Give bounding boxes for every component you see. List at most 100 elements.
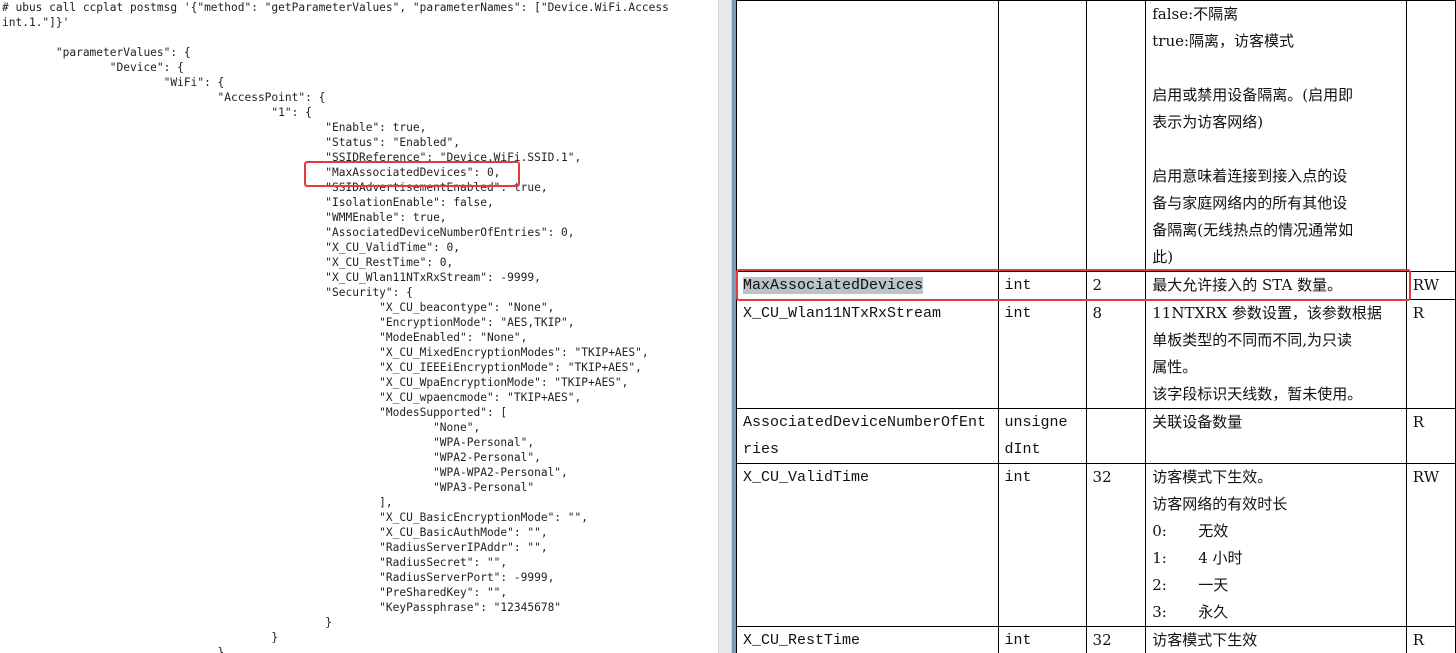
param-name: X_CU_Wlan11NTxRxStream	[743, 305, 942, 322]
terminal-line: "parameterValues": {	[2, 46, 191, 59]
desc-line: 表示为访客网络)	[1152, 113, 1264, 131]
terminal-line: ],	[2, 496, 393, 509]
desc-line: 启用或禁用设备隔离。(启用即	[1152, 86, 1354, 104]
param-access-cell: R	[1405, 408, 1456, 464]
terminal-line: "AccessPoint": {	[2, 91, 326, 104]
param-name-cell	[736, 0, 999, 272]
terminal-output: # ubus call ccplat postmsg '{"method": "…	[2, 0, 669, 653]
desc-line: 单板类型的不同而不同,为只读	[1152, 331, 1353, 349]
option-label: 4 小时	[1198, 549, 1243, 567]
table-highlight-box	[736, 269, 1411, 301]
terminal-line: "KeyPassphrase": "12345678"	[2, 601, 562, 614]
option-label: 一天	[1198, 576, 1229, 594]
terminal-line: "WPA3-Personal"	[2, 481, 535, 494]
option-code: 2:	[1152, 576, 1167, 594]
param-type-line: unsigne	[1004, 414, 1068, 431]
table-row: X_CU_RestTime int 32 访客模式下生效 R	[736, 626, 1456, 653]
desc-line: 备隔离(无线热点的情况通常如	[1152, 221, 1354, 239]
param-type-cell: int	[997, 626, 1087, 653]
option-label: 无效	[1198, 522, 1229, 540]
param-value-cell	[1085, 0, 1147, 272]
document-pane: false:不隔离 true:隔离，访客模式 启用或禁用设备隔离。(启用即 表示…	[736, 0, 1456, 653]
terminal-line: "1": {	[2, 106, 312, 119]
desc-line: 该字段标识天线数，暂未使用。	[1152, 385, 1363, 403]
param-name-cell: X_CU_Wlan11NTxRxStream	[736, 299, 999, 409]
desc-line: 11NTXRX 参数设置，该参数根据	[1152, 304, 1382, 322]
desc-line: 访客模式下生效。	[1152, 468, 1273, 486]
param-type-cell	[997, 0, 1087, 272]
terminal-line: "X_CU_wpaencmode": "TKIP+AES",	[2, 391, 582, 404]
terminal-line: "EncryptionMode": "AES,TKIP",	[2, 316, 575, 329]
param-type: int	[1004, 305, 1032, 322]
terminal-line: "X_CU_RestTime": 0,	[2, 256, 454, 269]
param-name-cell: AssociatedDeviceNumberOfEnt ries	[736, 408, 999, 464]
terminal-line: "ModesSupported": [	[2, 406, 508, 419]
param-access-cell: RW	[1405, 271, 1456, 300]
terminal-line: "X_CU_BasicAuthMode": "",	[2, 526, 548, 539]
table-row: X_CU_ValidTime int 32 访客模式下生效。 访客网络的有效时长…	[736, 463, 1456, 627]
terminal-line: "AssociatedDeviceNumberOfEntries": 0,	[2, 226, 575, 239]
param-access: R	[1412, 413, 1425, 431]
param-name-line: ries	[743, 441, 780, 458]
table-row: AssociatedDeviceNumberOfEnt ries unsigne…	[736, 408, 1456, 464]
terminal-line: "WMMEnable": true,	[2, 211, 447, 224]
param-value: 32	[1092, 631, 1112, 649]
pane-divider[interactable]	[718, 0, 732, 653]
terminal-line: "X_CU_ValidTime": 0,	[2, 241, 461, 254]
option-line: 0: 无效	[1152, 518, 1400, 545]
param-access-cell	[1405, 0, 1456, 272]
param-value-cell	[1085, 408, 1147, 464]
param-name: X_CU_RestTime	[743, 632, 861, 649]
terminal-line: "X_CU_BasicEncryptionMode": "",	[2, 511, 588, 524]
param-access-cell: R	[1405, 299, 1456, 409]
table-row: false:不隔离 true:隔离，访客模式 启用或禁用设备隔离。(启用即 表示…	[736, 0, 1456, 272]
param-type-cell: int	[997, 299, 1087, 409]
terminal-line: "WiFi": {	[2, 76, 225, 89]
param-desc-cell: 关联设备数量	[1145, 408, 1407, 464]
terminal-line: "IsolationEnable": false,	[2, 196, 494, 209]
desc-line: 此)	[1152, 248, 1174, 266]
desc-line: 访客模式下生效	[1152, 631, 1258, 649]
param-type-cell: int	[997, 463, 1087, 627]
param-access: R	[1412, 631, 1425, 649]
terminal-line: "Enable": true,	[2, 121, 427, 134]
param-desc-cell: 访客模式下生效	[1145, 626, 1407, 653]
param-value: 32	[1092, 468, 1112, 486]
terminal-line: "RadiusSecret": "",	[2, 556, 508, 569]
terminal-line: "ModeEnabled": "None",	[2, 331, 528, 344]
terminal-line: "X_CU_MixedEncryptionModes": "TKIP+AES",	[2, 346, 649, 359]
terminal-line: "X_CU_Wlan11NTxRxStream": -9999,	[2, 271, 541, 284]
desc-line: 属性。	[1152, 358, 1198, 376]
desc-line: 启用意味着连接到接入点的设	[1152, 167, 1348, 185]
terminal-line: "WPA2-Personal",	[2, 451, 541, 464]
param-name-cell: X_CU_RestTime	[736, 626, 999, 653]
terminal-line: "None",	[2, 421, 481, 434]
terminal-line: int.1."]}'	[2, 16, 70, 29]
param-name-cell: X_CU_ValidTime	[736, 463, 999, 627]
param-desc-cell: 11NTXRX 参数设置，该参数根据 单板类型的不同而不同,为只读 属性。 该字…	[1145, 299, 1407, 409]
param-access-cell: R	[1405, 626, 1456, 653]
param-access: R	[1412, 304, 1425, 322]
param-desc-cell: 访客模式下生效。 访客网络的有效时长 0: 无效 1: 4 小时 2: 一天 3: 永久	[1145, 463, 1407, 627]
terminal-line: # ubus call ccplat postmsg '{"method": "…	[2, 1, 669, 14]
param-value-cell: 32	[1085, 626, 1147, 653]
param-access-cell: RW	[1405, 463, 1456, 627]
param-value: 8	[1092, 304, 1103, 322]
terminal-line: }	[2, 631, 279, 644]
option-code: 3:	[1152, 603, 1167, 621]
table-row: X_CU_Wlan11NTxRxStream int 8 11NTXRX 参数设…	[736, 299, 1456, 409]
param-access: RW	[1412, 468, 1440, 486]
param-value-cell: 32	[1085, 463, 1147, 627]
desc-line: 备与家庭网络内的所有其他设	[1152, 194, 1348, 212]
option-code: 0:	[1152, 522, 1167, 540]
param-access: RW	[1412, 276, 1440, 294]
option-line: 1: 4 小时	[1152, 545, 1400, 572]
param-value-cell: 8	[1085, 299, 1147, 409]
terminal-pane: # ubus call ccplat postmsg '{"method": "…	[0, 0, 718, 653]
terminal-line: "WPA-Personal",	[2, 436, 535, 449]
option-line: 3: 永久	[1152, 599, 1400, 626]
option-label: 永久	[1198, 603, 1229, 621]
param-type-line: dInt	[1004, 441, 1041, 458]
param-name: X_CU_ValidTime	[743, 469, 870, 486]
